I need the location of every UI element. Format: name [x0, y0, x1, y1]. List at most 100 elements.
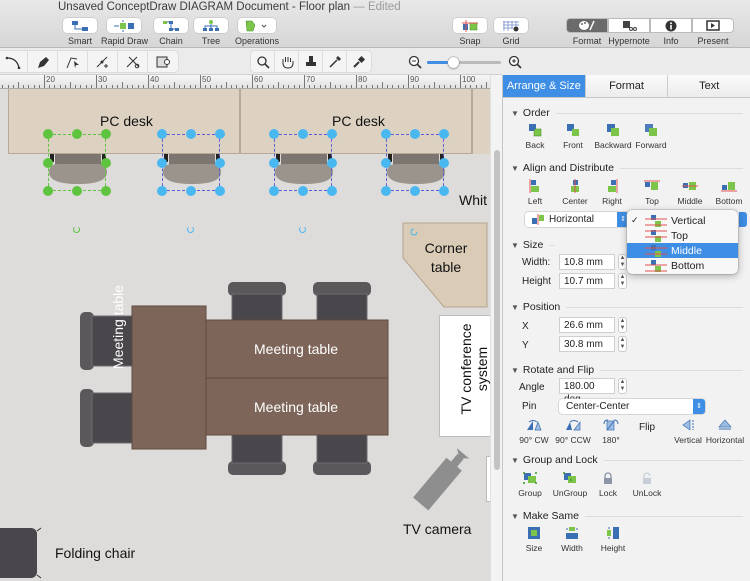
x-field[interactable]: 26.6 mm — [559, 317, 615, 333]
zoom-slider-knob[interactable] — [448, 57, 459, 68]
office-chair[interactable] — [386, 134, 446, 194]
distribute-select[interactable]: Horizontal ⇕ — [525, 212, 629, 227]
dropdown-option-vertical[interactable]: ✓Vertical — [627, 213, 738, 228]
add-point-icon[interactable] — [88, 51, 118, 72]
selection-handle[interactable] — [43, 158, 53, 168]
rotate-section-header[interactable]: ▼Rotate and Flip — [511, 364, 743, 376]
selection-handle[interactable] — [327, 129, 337, 139]
bring-forward-button[interactable]: Forward — [631, 123, 671, 150]
hypernote-tab-button[interactable]: Hypernote — [608, 18, 650, 46]
format-tab-button[interactable]: Format — [566, 18, 608, 46]
group-section-header[interactable]: ▼Group and Lock — [511, 454, 743, 466]
send-to-back-button[interactable]: Back — [515, 123, 555, 150]
tree-button[interactable]: Tree — [193, 18, 229, 46]
tab-arrange-size[interactable]: Arrange & Size — [503, 75, 586, 97]
bezier-select-icon[interactable] — [58, 51, 88, 72]
office-chair[interactable] — [162, 134, 222, 194]
y-stepper[interactable]: ▲▼ — [618, 336, 627, 352]
stamp-icon[interactable] — [299, 51, 323, 72]
unlock-button[interactable]: UnLock — [627, 471, 667, 498]
send-backward-button[interactable]: Backward — [593, 123, 633, 150]
angle-stepper[interactable]: ▲▼ — [618, 378, 627, 394]
flip-vertical-button[interactable]: Vertical — [668, 418, 708, 445]
insert-object-icon[interactable] — [148, 51, 178, 72]
ungroup-button[interactable]: UnGroup — [550, 471, 590, 498]
align-bottom-button[interactable]: Bottom — [709, 179, 749, 206]
make-same-width-button[interactable]: Width — [552, 526, 592, 553]
pc-desk-3-partial[interactable] — [472, 89, 490, 154]
height-stepper[interactable]: ▲▼ — [618, 273, 627, 289]
tab-text[interactable]: Text — [668, 75, 750, 97]
selection-handle[interactable] — [298, 129, 308, 139]
align-right-button[interactable]: Right — [592, 179, 632, 206]
make-same-size-button[interactable]: Size — [514, 526, 554, 553]
selection-handle[interactable] — [269, 186, 279, 196]
selection-handle[interactable] — [381, 158, 391, 168]
selection-handle[interactable] — [72, 186, 82, 196]
align-top-button[interactable]: Top — [632, 179, 672, 206]
selection-handle[interactable] — [439, 158, 449, 168]
zoom-magnifier-icon[interactable] — [251, 51, 275, 72]
rotation-handle-icon[interactable] — [299, 226, 306, 233]
selection-handle[interactable] — [215, 129, 225, 139]
selection-handle[interactable] — [215, 158, 225, 168]
office-chair[interactable] — [48, 134, 108, 194]
selection-handle[interactable] — [101, 186, 111, 196]
lock-button[interactable]: Lock — [588, 471, 628, 498]
flip-horizontal-button[interactable]: Horizontal — [705, 418, 745, 445]
scrollbar-thumb[interactable] — [494, 150, 500, 470]
dropdown-option-middle[interactable]: Middle — [627, 243, 738, 258]
pen-icon[interactable] — [28, 51, 58, 72]
x-stepper[interactable]: ▲▼ — [618, 317, 627, 333]
make-same-section-header[interactable]: ▼Make Same — [511, 510, 743, 522]
order-section-header[interactable]: ▼Order — [511, 107, 743, 119]
meeting-table-top[interactable]: Meeting table — [206, 320, 388, 378]
selection-handle[interactable] — [381, 186, 391, 196]
rotate-90ccw-button[interactable]: 90° CCW — [553, 418, 593, 445]
office-chair[interactable] — [274, 134, 334, 194]
y-field[interactable]: 30.8 mm — [559, 336, 615, 352]
tab-format[interactable]: Format — [586, 75, 669, 97]
group-button[interactable]: Group — [510, 471, 550, 498]
chain-button[interactable]: Chain — [152, 18, 190, 46]
hand-pan-icon[interactable] — [275, 51, 299, 72]
rotation-handle-icon[interactable] — [187, 226, 194, 233]
selection-handle[interactable] — [410, 129, 420, 139]
selection-handle[interactable] — [101, 129, 111, 139]
rotate-180-button[interactable]: 180° — [591, 418, 631, 445]
width-field[interactable]: 10.8 mm — [559, 254, 615, 270]
zoom-slider[interactable] — [427, 61, 501, 64]
selection-handle[interactable] — [186, 186, 196, 196]
snap-button[interactable]: Snap — [452, 18, 488, 46]
height-field[interactable]: 10.7 mm — [559, 273, 615, 289]
bring-to-front-button[interactable]: Front — [553, 123, 593, 150]
operations-button[interactable]: Operations — [234, 18, 280, 46]
selection-handle[interactable] — [72, 129, 82, 139]
selection-handle[interactable] — [381, 129, 391, 139]
selection-handle[interactable] — [439, 129, 449, 139]
info-tab-button[interactable]: Info — [650, 18, 692, 46]
rotate-90cw-button[interactable]: 90° CW — [514, 418, 554, 445]
selection-handle[interactable] — [327, 158, 337, 168]
format-brush-icon[interactable] — [347, 51, 371, 72]
zoom-out-icon[interactable] — [408, 55, 422, 69]
align-section-header[interactable]: ▼Align and Distribute — [511, 162, 743, 174]
arc-icon[interactable] — [0, 51, 28, 72]
selection-handle[interactable] — [215, 186, 225, 196]
selection-handle[interactable] — [298, 186, 308, 196]
selection-handle[interactable] — [157, 186, 167, 196]
meeting-table-bottom[interactable]: Meeting table — [206, 378, 388, 435]
rotation-handle-icon[interactable] — [73, 226, 80, 233]
selection-handle[interactable] — [327, 186, 337, 196]
selection-handle[interactable] — [43, 186, 53, 196]
make-same-height-button[interactable]: Height — [593, 526, 633, 553]
eyedropper-icon[interactable] — [323, 51, 347, 72]
tv-camera[interactable] — [410, 445, 470, 517]
distribute-second-select-edge[interactable] — [739, 212, 747, 227]
drawing-canvas[interactable]: PC desk PC desk Whit Corner table — [0, 89, 490, 581]
width-stepper[interactable]: ▲▼ — [618, 254, 627, 270]
scissors-icon[interactable] — [118, 51, 148, 72]
canvas-vertical-scrollbar[interactable] — [490, 75, 502, 581]
grid-button[interactable]: Grid — [493, 18, 529, 46]
selection-handle[interactable] — [157, 129, 167, 139]
